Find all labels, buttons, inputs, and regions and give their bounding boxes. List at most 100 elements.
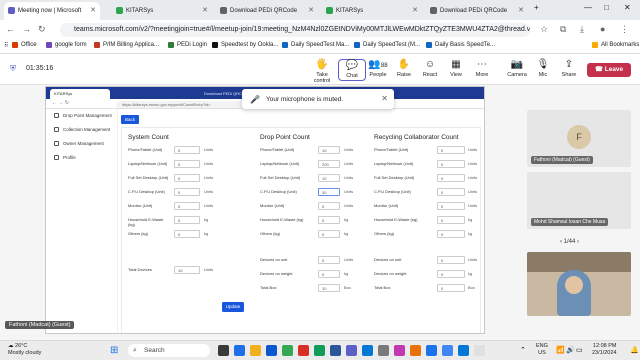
chrome-icon[interactable] — [282, 345, 293, 356]
profile-icon — [54, 155, 59, 160]
notification-icon[interactable]: 🔔 — [630, 346, 639, 354]
leave-button[interactable]: ☎ Leave — [587, 63, 631, 77]
all-bookmarks[interactable]: All Bookmarks — [592, 42, 639, 48]
volume-icon[interactable]: 🔊 — [566, 346, 575, 354]
participant-video-tile[interactable] — [527, 252, 631, 316]
apps-grid-icon[interactable]: ⠿ — [4, 42, 8, 49]
region: US — [538, 350, 546, 356]
sheet-icon — [354, 42, 360, 48]
take-control-button[interactable]: 🖐 Take control — [308, 59, 336, 84]
menu-icon[interactable]: ⋮ — [620, 24, 629, 35]
unit-label: kg — [344, 271, 349, 276]
minimize-icon[interactable]: — — [584, 3, 592, 12]
field-label: Full Set Desktop (Unit) — [128, 175, 169, 180]
share-icon: ⇪ — [564, 59, 574, 70]
app-icon[interactable] — [458, 345, 469, 356]
search-label: Search — [144, 347, 165, 354]
field-label: Phone/Tablet (Unit) — [374, 147, 409, 152]
react-button[interactable]: ☺ React — [416, 59, 444, 78]
language-indicator[interactable]: ENG US — [536, 343, 548, 357]
battery-icon[interactable]: ▭ — [576, 346, 583, 354]
close-icon[interactable]: ✕ — [90, 6, 96, 14]
close-icon[interactable]: ✕ — [381, 94, 388, 103]
clock[interactable]: 12:08 PM 23/1/2024 — [592, 343, 616, 357]
outlook-icon[interactable] — [362, 345, 373, 356]
participant-tile[interactable]: F Fathoni (Madcat) (Guest) — [527, 110, 631, 167]
teams-icon[interactable] — [346, 345, 357, 356]
excel-icon[interactable] — [314, 345, 325, 356]
close-icon[interactable]: ✕ — [308, 6, 314, 14]
sheet-icon — [282, 42, 288, 48]
file-explorer-icon[interactable] — [250, 345, 261, 356]
bookmark-item[interactable]: PEDi Login — [168, 42, 207, 48]
bookmark-star-icon[interactable]: ☆ — [540, 24, 548, 35]
wifi-icon[interactable]: 📶 — [556, 346, 565, 354]
app-icon[interactable] — [426, 345, 437, 356]
download-icon[interactable]: ⤓ — [580, 24, 584, 35]
profile-icon[interactable]: ● — [600, 24, 605, 34]
pager-label: 1/44 — [563, 239, 576, 245]
app-icon[interactable] — [442, 345, 453, 356]
browser-tab[interactable]: Meeting now | Microsoft ✕ — [4, 2, 100, 20]
settings-icon[interactable] — [378, 345, 389, 356]
edge-icon[interactable] — [266, 345, 277, 356]
view-button[interactable]: ▦ View — [442, 59, 470, 78]
weather-widget[interactable]: ☁ 26°C Mostly cloudy — [8, 343, 41, 357]
maximize-icon[interactable]: □ — [604, 3, 609, 12]
url-input[interactable]: teams.microsoft.com/v2/?meetingjoin=true… — [60, 23, 530, 37]
task-view-icon[interactable] — [218, 345, 229, 356]
bookmark-item[interactable]: Speedtest by Ookla... — [212, 42, 278, 48]
count-input: 0 — [174, 160, 200, 168]
sidebar-label: Collection Management — [63, 127, 111, 132]
app-icon[interactable] — [474, 345, 485, 356]
chevron-right-icon[interactable]: › — [575, 239, 579, 245]
app-icon[interactable] — [394, 345, 405, 356]
windows-start-icon[interactable]: ⊞ — [110, 345, 118, 356]
unit-label: kg — [204, 217, 209, 222]
reload-icon[interactable]: ↻ — [38, 24, 46, 35]
field-label: Others (kg) — [260, 231, 281, 236]
mic-button[interactable]: 🎙 Mic — [529, 59, 557, 78]
count-input: 0 — [174, 230, 200, 238]
browser-tab[interactable]: Download PEDi QRCode ✕ — [426, 2, 528, 20]
bookmark-item[interactable]: Daily SpeedTest Ma... — [282, 42, 349, 48]
browser-tab-label: KITARSys — [126, 8, 154, 14]
close-icon[interactable]: ✕ — [202, 6, 208, 14]
raise-hand-button[interactable]: ✋ Raise — [390, 59, 418, 78]
back-arrow-icon[interactable]: ← — [6, 24, 15, 34]
word-icon[interactable] — [330, 345, 341, 356]
close-icon[interactable]: ✕ — [412, 6, 418, 14]
share-button[interactable]: ⇪ Share — [555, 59, 583, 78]
extensions-icon[interactable]: ⧉ — [560, 24, 566, 35]
bookmark-item[interactable]: P/IM Billing Applica... — [94, 42, 159, 48]
count-input: 0 — [437, 230, 465, 238]
camera-button[interactable]: 📷 Camera — [503, 59, 531, 78]
bookmark-item[interactable]: Office — [12, 42, 37, 48]
taskbar-search[interactable]: ⌕ Search — [128, 344, 210, 357]
more-button[interactable]: ⋯ More — [468, 59, 496, 78]
forward-arrow-icon[interactable]: → — [22, 24, 31, 34]
browser-tab[interactable]: Download PEDi QRCode ✕ — [216, 2, 318, 20]
lang: ENG — [536, 343, 548, 349]
bookmark-item[interactable]: Daily SpeedTest (M... — [354, 42, 420, 48]
browser-tab[interactable]: KITARSys ✕ — [322, 2, 422, 20]
bookmark-item[interactable]: Daily Basis SpeedTe... — [426, 42, 495, 48]
bookmark-label: PEDi Login — [177, 42, 208, 48]
app-icon[interactable] — [298, 345, 309, 356]
bookmark-item[interactable]: google form — [46, 42, 87, 48]
teams-app-icon[interactable] — [234, 345, 245, 356]
app-icon[interactable] — [410, 345, 421, 356]
unit-label: Units — [344, 257, 354, 262]
unit-label: Box — [344, 285, 351, 290]
new-tab-icon[interactable]: + — [534, 3, 539, 12]
sidebar-item: Drop Point Management — [54, 113, 112, 118]
close-icon[interactable]: ✕ — [518, 6, 524, 14]
people-button[interactable]: 👥88 People — [364, 59, 392, 78]
close-window-icon[interactable]: ✕ — [624, 3, 631, 12]
time: 12:08 PM — [592, 343, 617, 349]
browser-tab[interactable]: KITARSys ✕ — [112, 2, 212, 20]
unit-label: kg — [344, 217, 349, 222]
chat-button[interactable]: 💬 Chat — [338, 59, 366, 81]
participant-tile[interactable]: Mohd Shamsul Iosan Che Musa — [527, 172, 631, 229]
chevron-up-icon[interactable]: ⌃ — [520, 346, 526, 354]
